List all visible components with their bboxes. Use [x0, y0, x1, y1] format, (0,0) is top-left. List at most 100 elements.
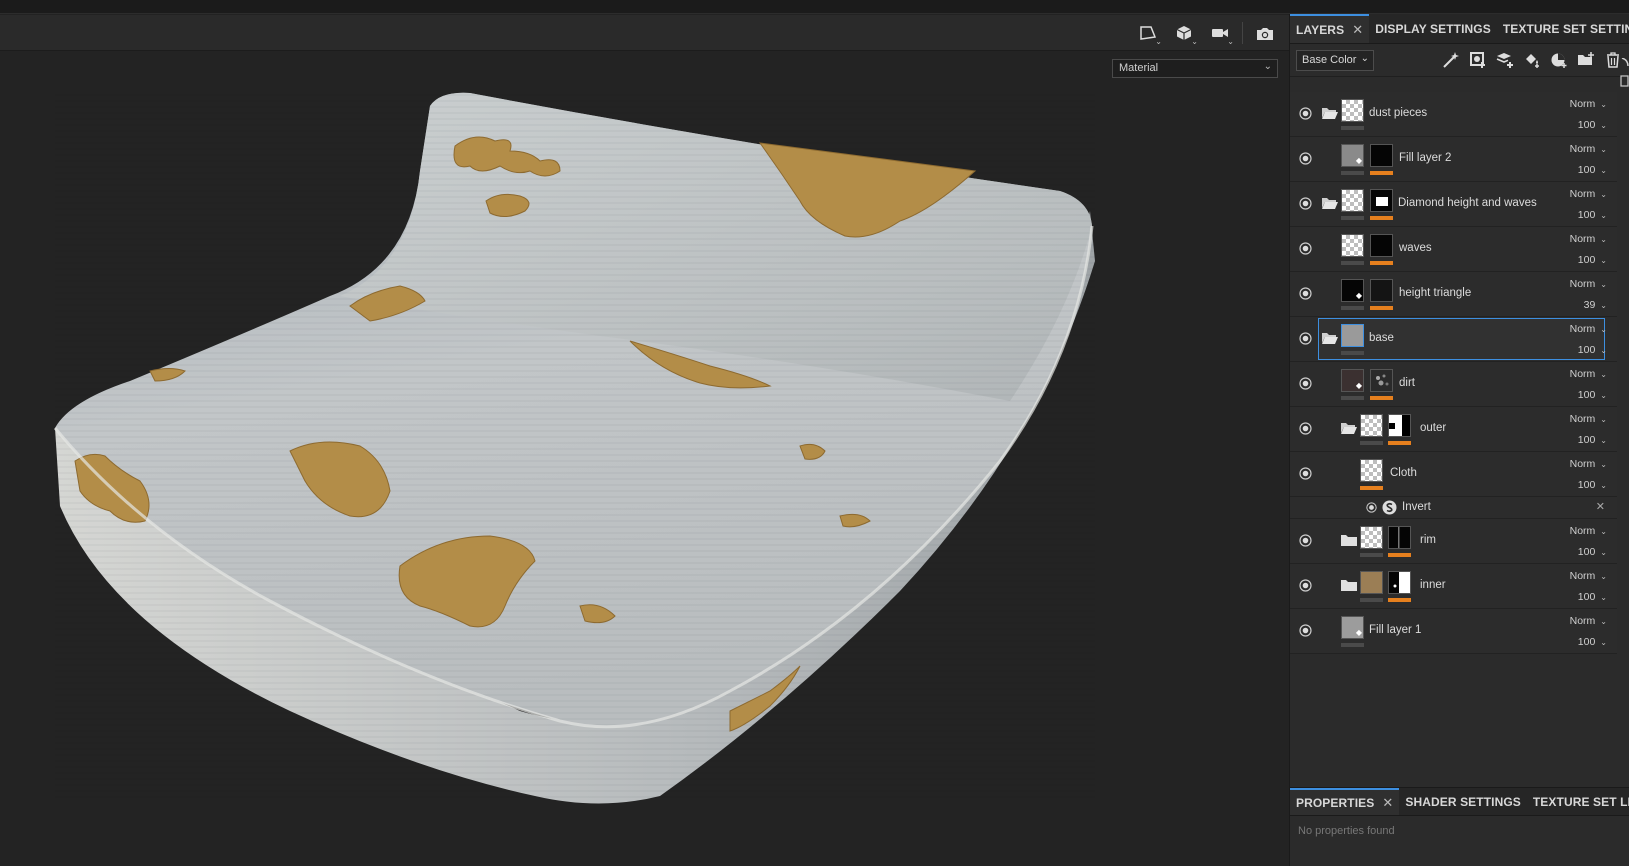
channel-select[interactable]: Base Color ⌄ [1296, 49, 1374, 71]
blend-mode-select[interactable]: Norm ⌄ [1570, 98, 1607, 110]
opacity-select[interactable]: 100 ⌄ [1578, 389, 1607, 401]
blend-mode-select[interactable]: Norm ⌄ [1570, 570, 1607, 582]
opacity-select[interactable]: 100 ⌄ [1578, 636, 1607, 648]
layer-name: waves [1399, 242, 1432, 254]
screenshot-icon[interactable] [1251, 22, 1279, 44]
mask-bar [1370, 306, 1393, 310]
blend-mode-select[interactable]: Norm ⌄ [1570, 413, 1607, 425]
opacity-select[interactable]: 100 ⌄ [1578, 344, 1607, 356]
layer-bar [1341, 171, 1364, 175]
layer-row[interactable]: ◆ Fill layer 1 Norm ⌄ 100 ⌄ [1290, 609, 1617, 654]
blend-mode-select[interactable]: Norm ⌄ [1570, 525, 1607, 537]
folder-open-icon[interactable] [1322, 197, 1338, 209]
selection-tool-icon[interactable]: ⌄ [1134, 22, 1162, 46]
layer-bar [1341, 306, 1364, 310]
effect-row[interactable]: Invert ✕ [1290, 497, 1617, 519]
layer-row[interactable]: Cloth Norm ⌄ 100 ⌄ [1290, 452, 1617, 497]
layers-panel-tabs: LAYERS ✕ DISPLAY SETTINGS TEXTURE SET SE… [1290, 14, 1629, 44]
mask-thumbnail[interactable] [1388, 526, 1411, 549]
eye-icon[interactable] [1299, 332, 1312, 345]
eye-icon[interactable] [1299, 242, 1312, 255]
close-icon[interactable]: ✕ [1596, 500, 1605, 513]
opacity-value: 100 [1577, 119, 1596, 131]
opacity-select[interactable]: 100 ⌄ [1578, 434, 1607, 446]
mask-thumbnail[interactable] [1370, 369, 1393, 392]
tab-texture-set-list[interactable]: TEXTURE SET LIST [1527, 788, 1629, 815]
eye-icon[interactable] [1299, 107, 1312, 120]
tab-display-settings[interactable]: DISPLAY SETTINGS [1369, 14, 1497, 43]
eye-icon[interactable] [1299, 377, 1312, 390]
close-icon[interactable]: ✕ [1352, 22, 1363, 38]
blend-mode-value: Norm [1569, 143, 1596, 155]
tab-properties[interactable]: PROPERTIES ✕ [1290, 788, 1400, 815]
3d-viewport[interactable]: ⌄ ⌄ ⌄ Material ⌄ [0, 15, 1289, 866]
eye-icon[interactable] [1299, 534, 1312, 547]
camera-view-icon[interactable]: ⌄ [1206, 22, 1234, 46]
mask-thumbnail[interactable] [1370, 144, 1393, 167]
blend-mode-select[interactable]: Norm ⌄ [1570, 615, 1607, 627]
layer-row-selected[interactable]: base Norm ⌄ 100 ⌄ [1290, 317, 1617, 362]
mask-thumbnail[interactable] [1370, 234, 1393, 257]
mask-bar [1370, 216, 1393, 220]
add-effect-icon[interactable] [1440, 50, 1461, 71]
blend-mode-select[interactable]: Norm ⌄ [1570, 233, 1607, 245]
mask-bar [1388, 598, 1411, 602]
add-folder-icon[interactable] [1575, 50, 1596, 71]
layer-row[interactable]: inner Norm ⌄ 100 ⌄ [1290, 564, 1617, 609]
layer-row[interactable]: ◆ Fill layer 2 Norm ⌄ 100 ⌄ [1290, 137, 1617, 182]
blend-mode-select[interactable]: Norm ⌄ [1570, 143, 1607, 155]
folder-open-icon[interactable] [1341, 422, 1357, 434]
tab-layers[interactable]: LAYERS ✕ [1290, 14, 1370, 43]
folder-icon[interactable] [1341, 579, 1357, 591]
blend-mode-select[interactable]: Norm ⌄ [1570, 458, 1607, 470]
cube-icon[interactable]: ⌄ [1170, 22, 1198, 46]
paint-bucket-icon: ◆ [1355, 156, 1362, 165]
blend-mode-value: Norm [1569, 615, 1596, 627]
eye-icon[interactable] [1299, 422, 1312, 435]
add-layer-icon[interactable] [1494, 50, 1515, 71]
add-fill-layer-icon[interactable] [1521, 50, 1542, 71]
layer-row[interactable]: rim Norm ⌄ 100 ⌄ [1290, 519, 1617, 564]
mask-thumbnail[interactable] [1388, 414, 1411, 437]
layer-bar [1360, 598, 1383, 602]
add-smart-material-icon[interactable] [1548, 50, 1569, 71]
layer-row[interactable]: dust pieces Norm ⌄ 100 ⌄ [1290, 92, 1617, 137]
mask-bar [1388, 441, 1411, 445]
add-mask-icon[interactable] [1467, 50, 1488, 71]
folder-open-icon[interactable] [1322, 332, 1338, 344]
eye-icon[interactable] [1299, 624, 1312, 637]
opacity-select[interactable]: 100 ⌄ [1578, 479, 1607, 491]
blend-mode-select[interactable]: Norm ⌄ [1570, 368, 1607, 380]
mask-thumbnail[interactable] [1370, 189, 1393, 212]
opacity-select[interactable]: 100 ⌄ [1578, 209, 1607, 221]
eye-icon[interactable] [1299, 579, 1312, 592]
eye-icon[interactable] [1366, 502, 1377, 513]
blend-mode-select[interactable]: Norm ⌄ [1570, 323, 1607, 335]
tab-texture-set-settings[interactable]: TEXTURE SET SETTINGS [1497, 14, 1629, 43]
eye-icon[interactable] [1299, 467, 1312, 480]
eye-icon[interactable] [1299, 197, 1312, 210]
layer-row[interactable]: ◆ dirt Norm ⌄ 100 ⌄ [1290, 362, 1617, 407]
eye-icon[interactable] [1299, 287, 1312, 300]
layer-row[interactable]: Diamond height and waves Norm ⌄ 100 ⌄ [1290, 182, 1617, 227]
opacity-select[interactable]: 100 ⌄ [1578, 254, 1607, 266]
blend-mode-select[interactable]: Norm ⌄ [1570, 188, 1607, 200]
folder-icon[interactable] [1341, 534, 1357, 546]
layer-bar [1360, 441, 1383, 445]
mask-thumbnail[interactable] [1388, 571, 1411, 594]
close-icon[interactable]: ✕ [1382, 795, 1393, 811]
opacity-select[interactable]: 100 ⌄ [1578, 546, 1607, 558]
layer-row[interactable]: waves Norm ⌄ 100 ⌄ [1290, 227, 1617, 272]
opacity-select[interactable]: 39 ⌄ [1584, 299, 1607, 311]
tab-shader-settings[interactable]: SHADER SETTINGS [1399, 788, 1527, 815]
eye-icon[interactable] [1299, 152, 1312, 165]
blend-mode-select[interactable]: Norm ⌄ [1570, 278, 1607, 290]
layer-row[interactable]: outer Norm ⌄ 100 ⌄ [1290, 407, 1617, 452]
opacity-select[interactable]: 100 ⌄ [1578, 591, 1607, 603]
opacity-value: 39 [1583, 299, 1596, 311]
folder-open-icon[interactable] [1322, 107, 1338, 119]
opacity-select[interactable]: 100 ⌄ [1578, 119, 1607, 131]
mask-thumbnail[interactable] [1370, 279, 1393, 302]
opacity-select[interactable]: 100 ⌄ [1578, 164, 1607, 176]
layer-row[interactable]: ◆ height triangle Norm ⌄ 39 ⌄ [1290, 272, 1617, 317]
